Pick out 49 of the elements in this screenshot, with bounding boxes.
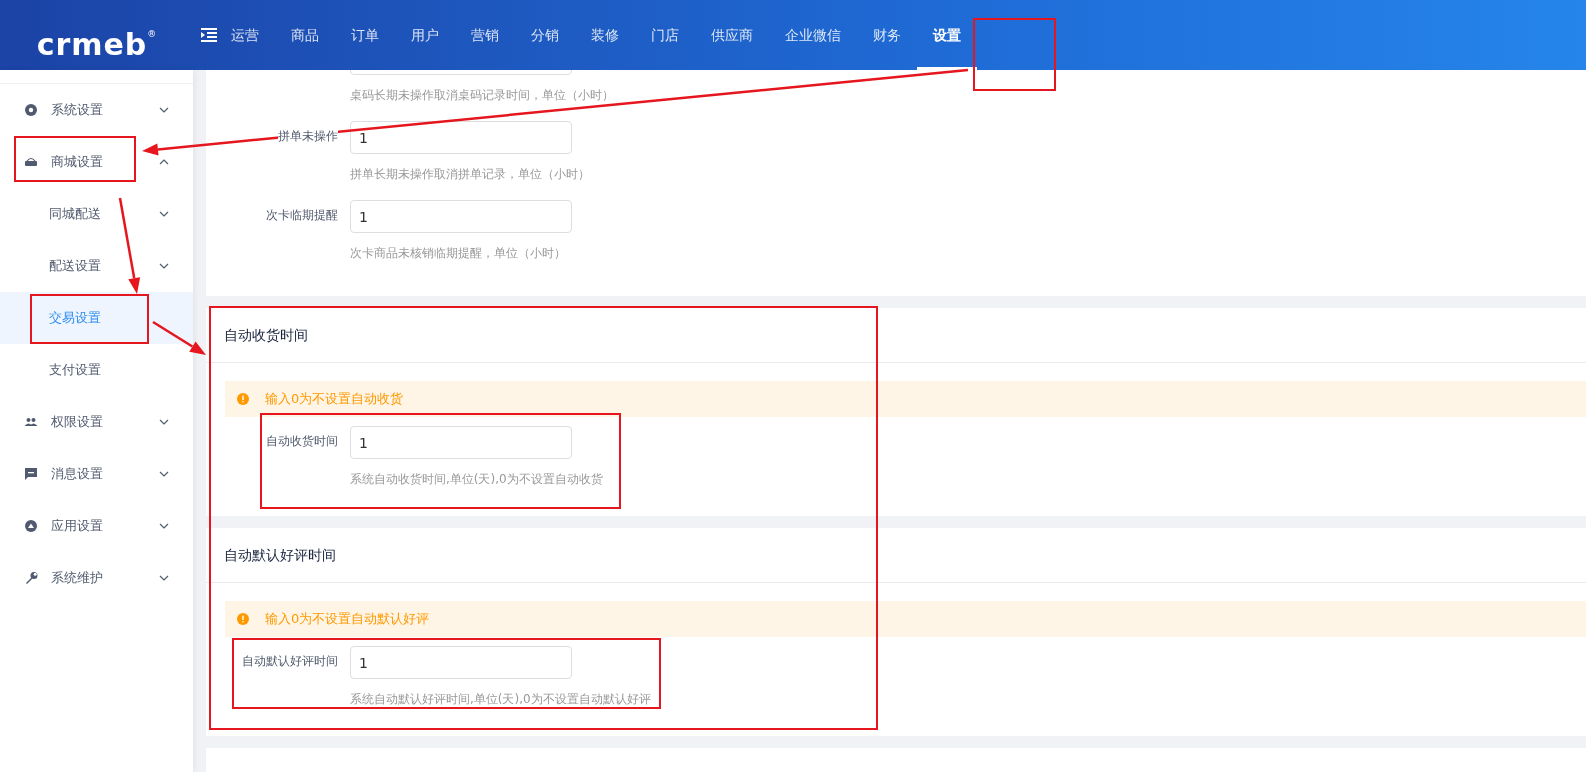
section-title: 自动收货时间 xyxy=(224,325,308,345)
alert-text: 输入0为不设置自动收货 xyxy=(265,390,404,409)
input-field[interactable]: 1 xyxy=(350,121,572,154)
nav-tab[interactable]: 供应商 xyxy=(695,0,769,70)
nav-tab[interactable]: 装修 xyxy=(575,0,635,70)
field-hint: 系统自动收货时间,单位(天),0为不设置自动收货 xyxy=(350,471,603,488)
field-label: 自动默认好评时间 xyxy=(242,654,338,668)
field-label: 次卡临期提醒 xyxy=(266,208,338,222)
input-field[interactable]: 1 xyxy=(350,426,572,459)
warning-icon xyxy=(237,393,249,405)
field-label: 自动收货时间 xyxy=(266,434,338,448)
message-icon xyxy=(24,467,38,481)
basket-icon xyxy=(24,155,38,169)
registered-mark: ® xyxy=(147,30,157,39)
warning-icon xyxy=(237,613,249,625)
nav-tab[interactable]: 运营 xyxy=(221,0,275,70)
nav-tab[interactable]: 企业微信 xyxy=(769,0,857,70)
annotation-arrow xyxy=(152,320,206,355)
sidebar-item[interactable]: 应用设置 xyxy=(51,516,159,536)
sidebar-subitem[interactable]: 同城配送 xyxy=(49,204,159,224)
gear-icon xyxy=(24,103,38,117)
sidebar-item[interactable]: 系统设置 xyxy=(51,100,159,120)
nav-tab[interactable]: 营销 xyxy=(455,0,515,70)
sidebar-item[interactable]: 商城设置 xyxy=(51,152,159,172)
menu-icon[interactable] xyxy=(201,28,217,42)
nav-tab[interactable]: 订单 xyxy=(335,0,395,70)
wrench-icon xyxy=(24,571,38,585)
field-hint: 次卡商品未核销临期提醒，单位（小时） xyxy=(350,245,567,262)
input-field[interactable]: 1 xyxy=(350,646,572,679)
sidebar-item[interactable]: 消息设置 xyxy=(51,464,159,484)
field-hint: 拼单长期未操作取消拼单记录，单位（小时） xyxy=(350,166,590,183)
sidebar-item[interactable]: 系统维护 xyxy=(51,568,159,588)
app-icon xyxy=(24,519,38,533)
field-label: 拼单未操作 xyxy=(278,129,338,143)
field-hint: 桌码长期未操作取消桌码记录时间，单位（小时） xyxy=(350,87,614,104)
nav-tab[interactable]: 分销 xyxy=(515,0,575,70)
nav-tab[interactable]: 门店 xyxy=(635,0,695,70)
sidebar-item[interactable]: 权限设置 xyxy=(51,412,159,432)
logo: crmeb xyxy=(36,30,148,60)
nav-tab[interactable]: 财务 xyxy=(857,0,917,70)
sidebar-subitem[interactable]: 配送设置 xyxy=(49,256,159,276)
section-title: 自动默认好评时间 xyxy=(224,545,336,565)
nav-tab[interactable]: 商品 xyxy=(275,0,335,70)
field-hint: 系统自动默认好评时间,单位(天),0为不设置自动默认好评 xyxy=(350,691,651,708)
sidebar-subitem[interactable]: 支付设置 xyxy=(49,360,169,380)
people-icon xyxy=(24,415,38,429)
alert-text: 输入0为不设置自动默认好评 xyxy=(265,610,430,629)
nav-tab[interactable]: 用户 xyxy=(395,0,455,70)
input-field[interactable]: 1 xyxy=(350,200,572,233)
